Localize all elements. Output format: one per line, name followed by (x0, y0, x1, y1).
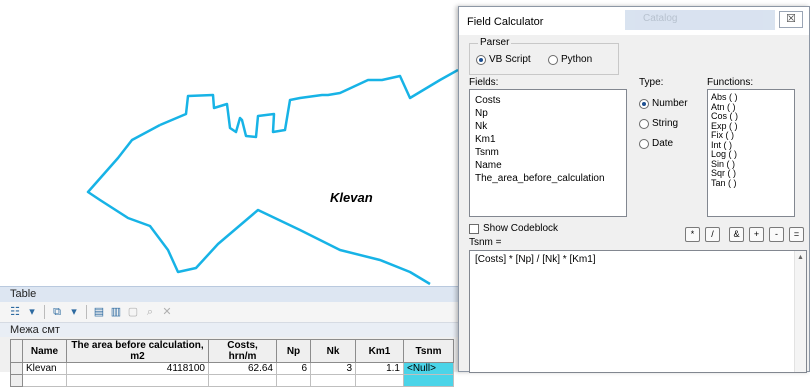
field-item[interactable]: The_area_before_calculation (475, 172, 621, 185)
column-header[interactable]: The area before calculation, m2 (66, 339, 209, 363)
cell-area[interactable]: 4118100 (66, 362, 209, 375)
parser-vbscript-radio[interactable]: VB Script (476, 54, 531, 65)
equals-button[interactable]: = (789, 227, 804, 242)
field-item[interactable]: Nk (475, 120, 621, 133)
expression-text: [Costs] * [Np] / [Nk] * [Km1] (475, 254, 596, 265)
radio-unselected-icon (548, 54, 558, 65)
cell-tsnm[interactable]: <Null> (403, 362, 454, 375)
column-header[interactable]: Name (22, 339, 67, 363)
toolbar-separator (44, 305, 45, 319)
close-button[interactable]: ☒ (779, 11, 803, 28)
table-window: Table ☷ ▾ ⧉ ▾ ▤ ▥ ▢ ⌕ ✕ Межа смт Name Th… (0, 286, 458, 387)
table-options-icon[interactable]: ☷ (8, 305, 22, 319)
type-string-label: String (652, 118, 679, 129)
table-header-row: Name The area before calculation, m2 Cos… (10, 339, 454, 363)
expression-label: Tsnm = (469, 237, 502, 248)
table-title: Table (0, 287, 458, 302)
cell-np[interactable]: 6 (276, 362, 311, 375)
background-window-label: Catalog (643, 13, 678, 24)
parser-python-radio[interactable]: Python (548, 54, 592, 65)
row-header-corner (10, 339, 23, 363)
type-date-radio[interactable]: Date (639, 138, 673, 149)
radio-selected-icon (639, 98, 649, 109)
expression-scrollbar[interactable]: ▲ (794, 251, 806, 372)
delete-selected-icon[interactable]: ✕ (160, 305, 174, 319)
functions-list[interactable]: Abs ( ) Atn ( ) Cos ( ) Exp ( ) Fix ( ) … (707, 89, 795, 217)
fields-label: Fields: (469, 77, 499, 88)
table-tab[interactable]: Межа смт (0, 322, 458, 337)
cell-nk[interactable]: 3 (310, 362, 356, 375)
boundary-polygon (86, 68, 458, 286)
type-date-label: Date (652, 138, 674, 149)
parser-label: Parser (478, 37, 512, 48)
parser-group: Parser VB Script Python (469, 37, 619, 75)
table-cell[interactable] (310, 374, 356, 387)
checkbox-unchecked-icon (469, 223, 479, 234)
field-item[interactable]: Tsnm (475, 146, 621, 159)
radio-selected-icon (476, 54, 486, 65)
table-row[interactable]: Klevan 4118100 62.64 6 3 1.1 <Null> (10, 362, 454, 375)
table-toolbar: ☷ ▾ ⧉ ▾ ▤ ▥ ▢ ⌕ ✕ (0, 302, 458, 322)
concatenate-button[interactable]: & (729, 227, 744, 242)
cell-costs[interactable]: 62.64 (208, 362, 277, 375)
cell-km1[interactable]: 1.1 (355, 362, 404, 375)
show-codeblock-checkbox[interactable]: Show Codeblock (469, 223, 558, 234)
field-item[interactable]: Np (475, 107, 621, 120)
clear-selection-icon[interactable]: ▢ (126, 305, 140, 319)
radio-unselected-icon (639, 118, 649, 129)
row-selector[interactable] (10, 374, 23, 387)
functions-label: Functions: (707, 77, 754, 88)
attribute-table: Name The area before calculation, m2 Cos… (10, 339, 454, 387)
parser-python-label: Python (561, 54, 593, 65)
column-header[interactable]: Km1 (355, 339, 404, 363)
column-header[interactable]: Nk (310, 339, 356, 363)
scroll-up-icon[interactable]: ▲ (797, 254, 804, 261)
dialog-title: Field Calculator (467, 16, 544, 28)
multiply-button[interactable]: * (685, 227, 700, 242)
table-cell[interactable] (355, 374, 404, 387)
cell-name[interactable]: Klevan (22, 362, 67, 375)
select-by-attributes-icon[interactable]: ▤ (92, 305, 106, 319)
table-cell[interactable] (276, 374, 311, 387)
plus-button[interactable]: + (749, 227, 764, 242)
table-cell[interactable] (66, 374, 209, 387)
toolbar-separator (86, 305, 87, 319)
column-header[interactable]: Tsnm (403, 339, 454, 363)
type-string-radio[interactable]: String (639, 118, 678, 129)
parser-vbscript-label: VB Script (489, 54, 531, 65)
expression-textarea[interactable]: [Costs] * [Np] / [Nk] * [Km1] ▲ (469, 250, 807, 373)
map-label: Klevan (330, 190, 373, 205)
dropdown-icon[interactable]: ▾ (25, 305, 39, 319)
row-selector[interactable] (10, 362, 23, 375)
field-item[interactable]: Km1 (475, 133, 621, 146)
field-calculator-dialog: Field Calculator Catalog ☒ Parser VB Scr… (458, 6, 810, 373)
type-number-label: Number (652, 98, 688, 109)
fields-list[interactable]: Costs Np Nk Km1 Tsnm Name The_area_befor… (469, 89, 627, 217)
map-view[interactable]: Klevan (0, 0, 458, 286)
dropdown-icon[interactable]: ▾ (67, 305, 81, 319)
divide-button[interactable]: / (705, 227, 720, 242)
type-label: Type: (639, 77, 664, 88)
type-number-radio[interactable]: Number (639, 98, 688, 109)
radio-unselected-icon (639, 138, 649, 149)
table-row[interactable] (10, 374, 454, 387)
background-window-title: Catalog (625, 10, 775, 30)
table-cell[interactable] (22, 374, 67, 387)
switch-selection-icon[interactable]: ▥ (109, 305, 123, 319)
zoom-to-selected-icon[interactable]: ⌕ (143, 305, 157, 319)
show-codeblock-label: Show Codeblock (483, 223, 559, 234)
minus-button[interactable]: - (769, 227, 784, 242)
table-cell[interactable] (403, 374, 454, 387)
field-item[interactable]: Costs (475, 94, 621, 107)
function-item[interactable]: Tan ( ) (711, 178, 791, 189)
column-header[interactable]: Np (276, 339, 311, 363)
related-tables-icon[interactable]: ⧉ (50, 305, 64, 319)
field-item[interactable]: Name (475, 159, 621, 172)
dialog-titlebar[interactable]: Field Calculator Catalog ☒ (459, 7, 809, 35)
column-header[interactable]: Costs, hrn/m (208, 339, 277, 363)
table-cell[interactable] (208, 374, 277, 387)
